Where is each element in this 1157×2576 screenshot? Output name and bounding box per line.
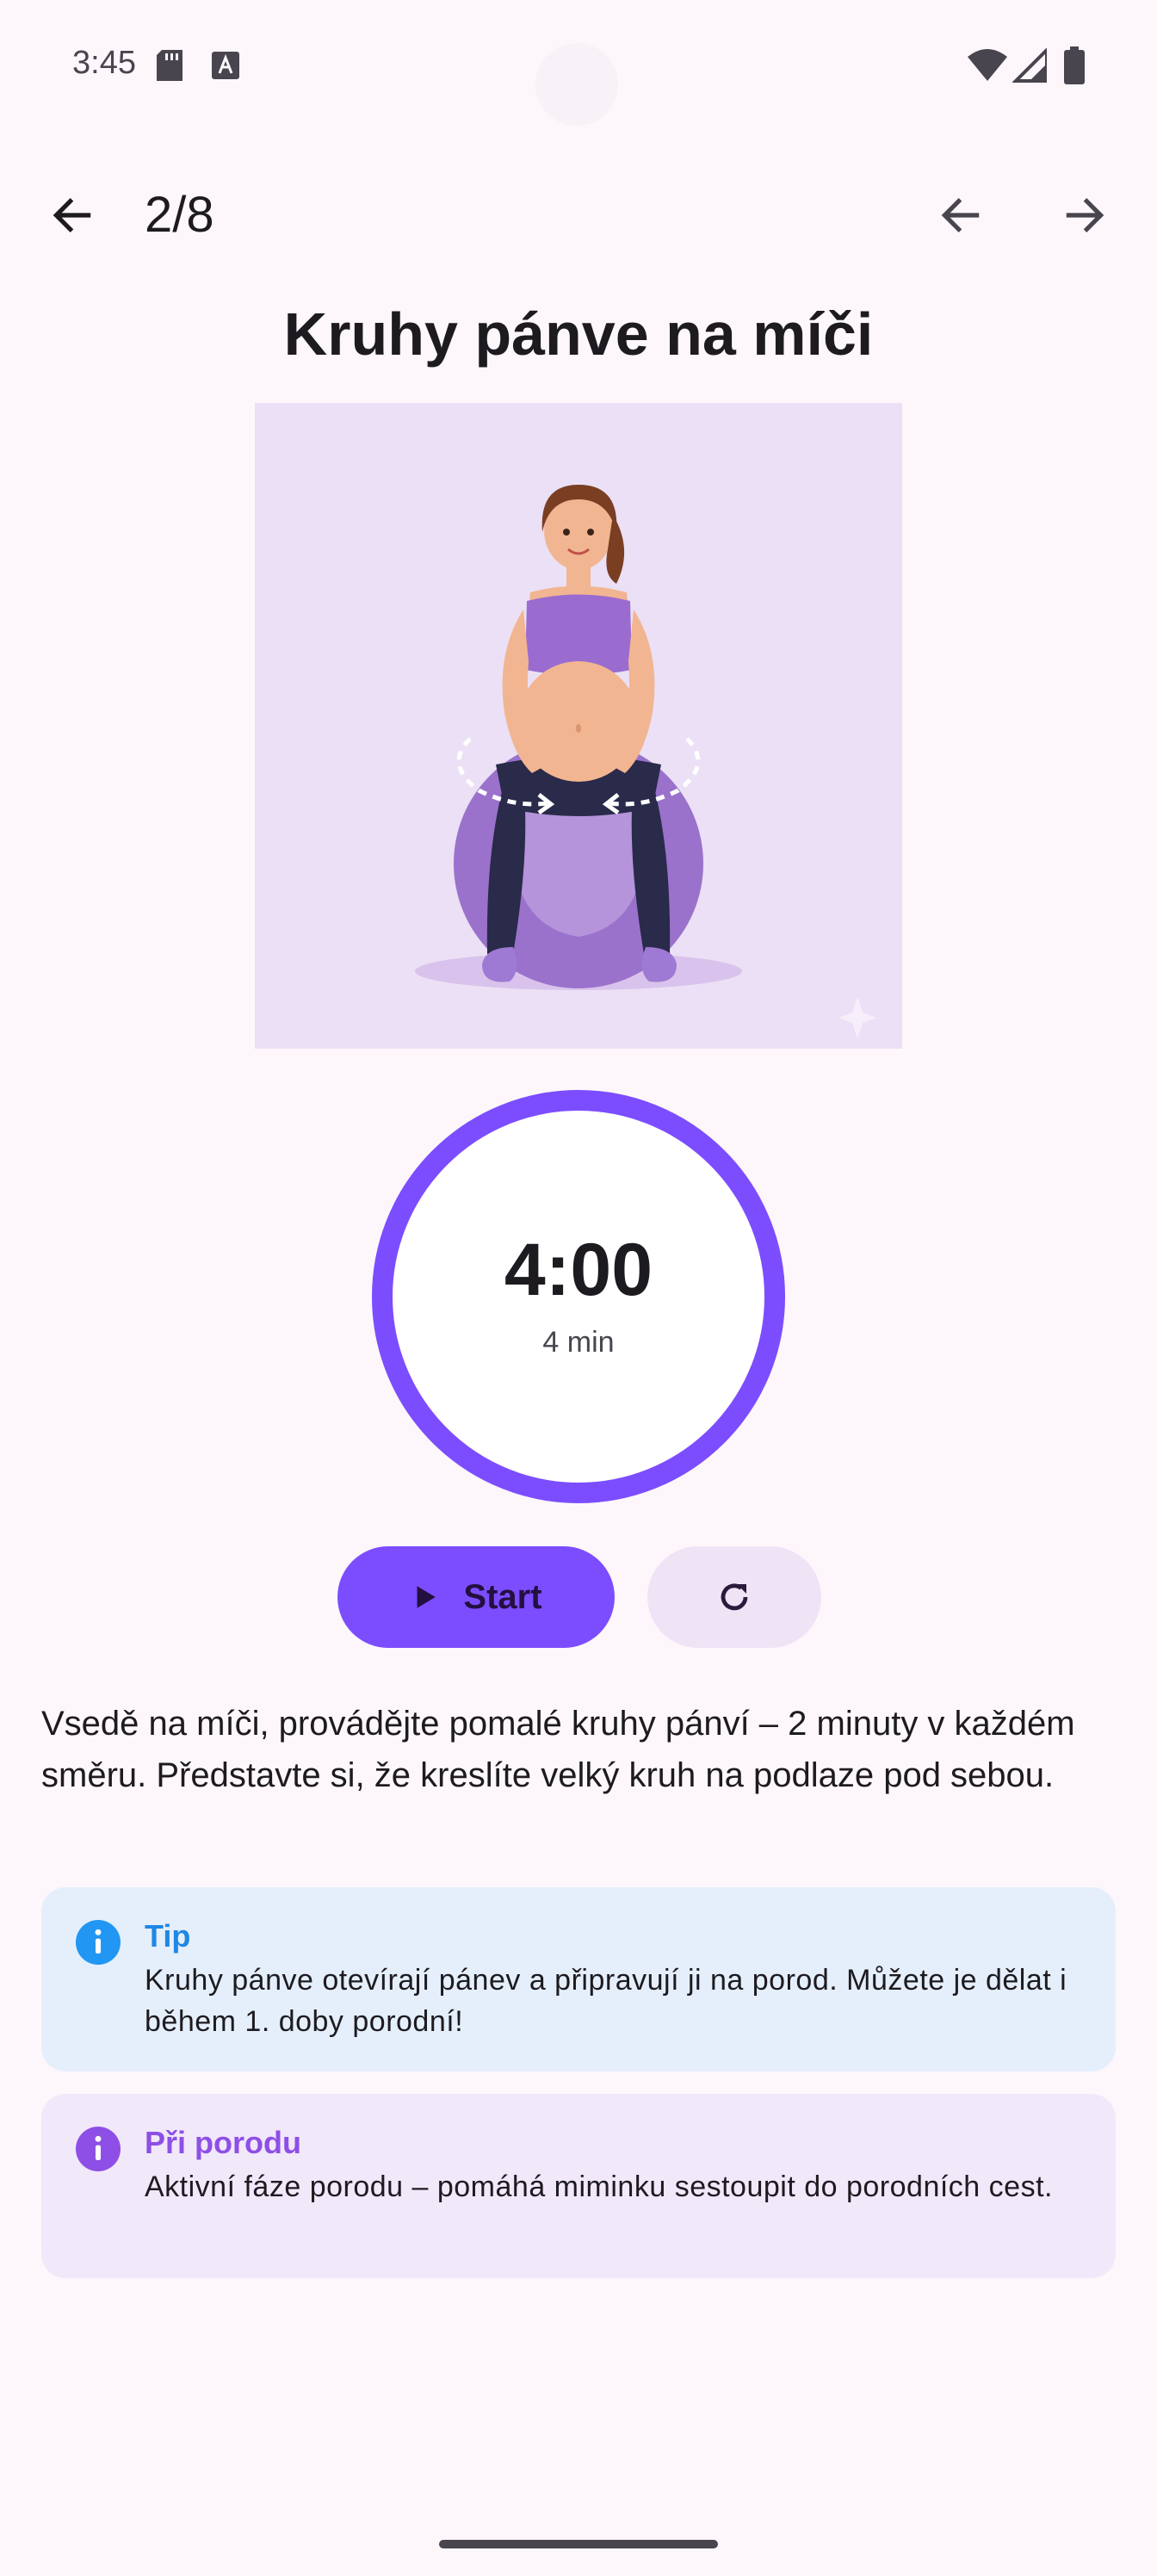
battery-icon	[1064, 46, 1085, 84]
tip-title: Tip	[145, 1918, 191, 1954]
info-icon	[76, 2127, 121, 2171]
during-labor-card: Při porodu Aktivní fáze porodu – pomáhá …	[41, 2094, 1116, 2278]
during-labor-text: Aktivní fáze porodu – pomáhá miminku ses…	[145, 2170, 1053, 2203]
reset-button[interactable]	[647, 1546, 821, 1648]
exercise-title: Kruhy pánve na míči	[283, 300, 874, 368]
timer-duration-label: 4 min	[542, 1326, 615, 1359]
timer-value: 4:00	[504, 1229, 653, 1311]
next-exercise-button[interactable]	[1054, 184, 1116, 246]
previous-exercise-button[interactable]	[930, 184, 992, 246]
status-time: 3:45	[72, 45, 136, 81]
exercise-description: Vsedě na míči, provádějte pomalé kruhy p…	[41, 1705, 1075, 1794]
sd-card-icon	[157, 50, 183, 81]
camera-cutout	[535, 43, 618, 126]
exercise-progress: 2/8	[145, 187, 214, 243]
back-button[interactable]	[41, 184, 103, 246]
accessibility-a-icon	[212, 52, 239, 79]
start-button-label: Start	[463, 1577, 542, 1616]
info-icon	[76, 1920, 121, 1965]
home-indicator[interactable]	[439, 2540, 718, 2548]
arrow-left-icon	[941, 198, 980, 232]
wifi-icon	[968, 49, 1007, 81]
tip-card: Tip Kruhy pánve otevírají pánev a připra…	[41, 1887, 1116, 2071]
start-button[interactable]: Start	[337, 1546, 615, 1648]
signal-icon	[1012, 48, 1047, 83]
during-labor-title: Při porodu	[145, 2125, 301, 2160]
tip-text: Kruhy pánve otevírají pánev a připravují…	[145, 1964, 1067, 2038]
play-icon	[417, 1586, 436, 1608]
exercise-illustration	[255, 403, 902, 1049]
arrow-left-icon	[53, 198, 91, 232]
refresh-icon	[721, 1583, 748, 1611]
arrow-right-icon	[1066, 198, 1104, 232]
